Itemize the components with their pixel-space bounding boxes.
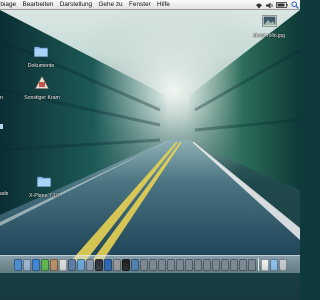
safari-icon[interactable]	[31, 258, 40, 271]
desktop-icon-dokumente[interactable]: Dokumente	[26, 44, 56, 69]
folder-icon[interactable]	[269, 258, 278, 271]
mail-icon[interactable]	[22, 258, 31, 271]
app-icon[interactable]	[202, 258, 211, 271]
xplane-icon[interactable]	[130, 258, 139, 271]
desktop-icon-sonstiger-kram[interactable]: Sonstiger Kram	[22, 75, 62, 101]
desktop-icon-image-file[interactable]: xhost rollo.jpg	[253, 14, 286, 39]
menu-gehe-zu[interactable]: Gehe zu	[95, 0, 126, 9]
menu-bar: ibiage Bearbeiten Darstellung Gehe zu Fe…	[0, 0, 300, 10]
imovie-icon[interactable]	[85, 258, 94, 271]
app-icon[interactable]	[220, 258, 229, 271]
menu-bearbeiten[interactable]: Bearbeiten	[19, 0, 56, 9]
app-icon[interactable]	[184, 258, 193, 271]
app-icon[interactable]	[211, 258, 220, 271]
app-icon[interactable]	[139, 258, 148, 271]
image-file-icon	[261, 14, 277, 32]
desktop-icon-label: xhost rollo.jpg	[253, 33, 286, 39]
quicktime-icon[interactable]	[103, 258, 112, 271]
dock-separator	[257, 258, 259, 271]
app-icon[interactable]	[175, 258, 184, 271]
app-icon[interactable]	[148, 258, 157, 271]
app-icon[interactable]	[193, 258, 202, 271]
folder-icon	[34, 44, 48, 62]
iphoto-icon[interactable]	[67, 258, 76, 271]
desktop-icon-label: X-Plane 7.10	[29, 193, 59, 199]
dock	[0, 255, 300, 273]
app-icon[interactable]	[157, 258, 166, 271]
folder-icon	[37, 174, 51, 192]
document-icon[interactable]	[260, 258, 269, 271]
battery-icon[interactable]	[276, 1, 288, 9]
menu-fenster[interactable]: Fenster	[126, 0, 154, 9]
wifi-icon[interactable]	[254, 1, 263, 9]
desktop-icon-label-partial[interactable]: ads	[0, 191, 8, 197]
desktop-icon-label: Sonstiger Kram	[24, 95, 60, 101]
application-icon	[34, 75, 50, 94]
trash-icon[interactable]	[278, 258, 287, 271]
desktop-icon-label: Dokumente	[27, 63, 55, 69]
desktop-icon-partial[interactable]	[0, 124, 3, 129]
idvd-icon[interactable]	[94, 258, 103, 271]
terminal-icon[interactable]	[121, 258, 130, 271]
desktop-icon-xplane[interactable]: X-Plane 7.10	[26, 174, 62, 199]
app-icon[interactable]	[247, 258, 256, 271]
ichat-icon[interactable]	[40, 258, 49, 271]
menu-darstellung[interactable]: Darstellung	[57, 0, 96, 9]
addressbook-icon[interactable]	[49, 258, 58, 271]
menu-hilfe[interactable]: Hilfe	[154, 0, 173, 9]
desktop-icon-label-partial[interactable]: n	[0, 95, 3, 101]
search-icon[interactable]	[290, 1, 299, 9]
preferences-icon[interactable]	[112, 258, 121, 271]
app-icon[interactable]	[229, 258, 238, 271]
app-icon[interactable]	[238, 258, 247, 271]
volume-icon[interactable]	[265, 1, 274, 9]
finder-icon[interactable]	[13, 258, 22, 271]
ical-icon[interactable]	[58, 258, 67, 271]
app-icon[interactable]	[166, 258, 175, 271]
itunes-icon[interactable]	[76, 258, 85, 271]
menu-ablage[interactable]: ibiage	[0, 0, 19, 9]
menu-extras	[251, 0, 299, 9]
